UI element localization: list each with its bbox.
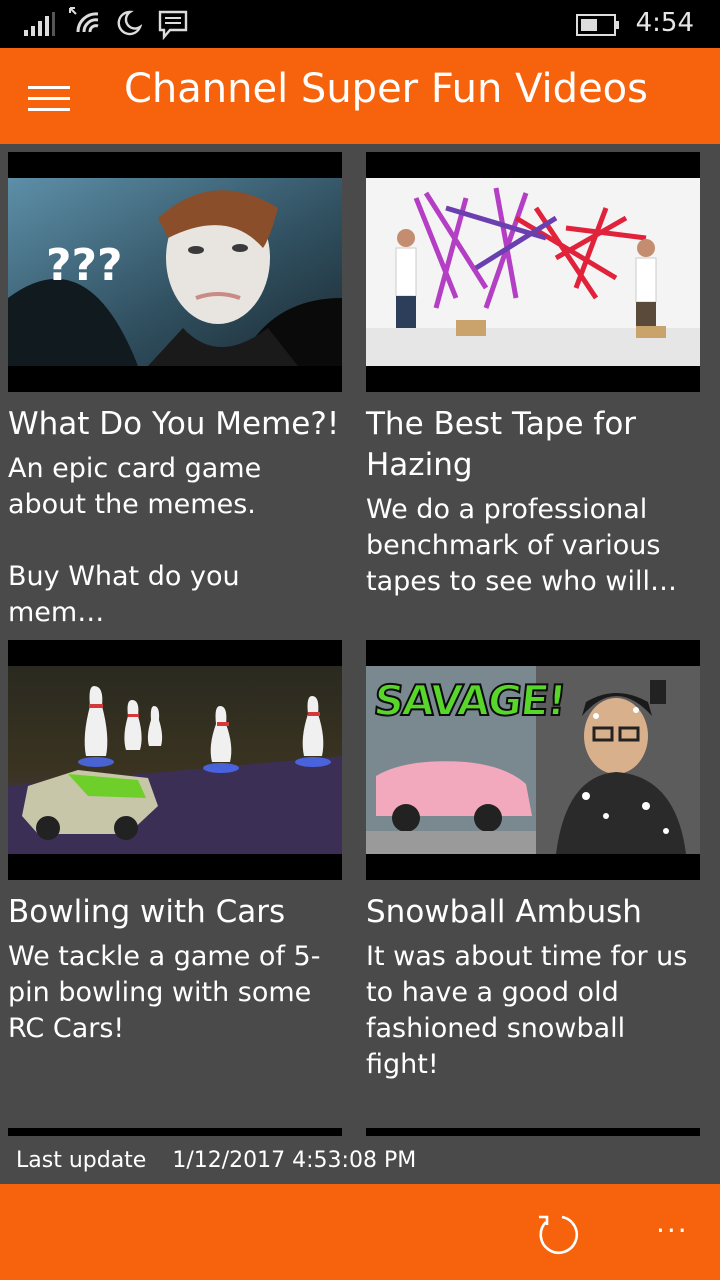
thumbnail-image (8, 666, 342, 854)
video-card-bowling[interactable]: Bowling with Cars We tackle a game of 5-… (8, 640, 342, 1047)
status-time: 4:54 (635, 8, 694, 38)
thumbnail-caption: SAVAGE! (370, 675, 568, 726)
thumbnail-caption: ??? (46, 240, 123, 291)
thumbnail-image (366, 178, 700, 366)
video-card-meme[interactable]: ??? What Do You Meme?! An epic card game… (8, 152, 342, 631)
video-description: It was about time for us to have a good … (366, 941, 688, 1080)
wifi-icon (69, 7, 99, 33)
video-description: An epic card game about the memes. Buy W… (8, 453, 262, 628)
last-update: Last update 1/12/2017 4:53:08 PM (16, 1148, 416, 1173)
video-thumbnail (366, 152, 700, 392)
hamburger-icon[interactable] (28, 86, 70, 111)
video-title: Snowball Ambush (366, 894, 642, 930)
video-thumbnail (8, 640, 342, 880)
video-card-next-left[interactable] (8, 1128, 342, 1136)
video-thumbnail: SAVAGE! (366, 640, 700, 880)
message-icon (158, 10, 188, 40)
video-thumbnail: ??? (8, 152, 342, 392)
more-options-button[interactable]: ··· (656, 1214, 689, 1247)
battery-icon (576, 14, 619, 36)
page-title: Channel Super Fun Videos (124, 66, 648, 112)
video-title: What Do You Meme?! (8, 406, 340, 442)
last-update-label: Last update (16, 1148, 147, 1173)
video-description: We do a professional benchmark of variou… (366, 494, 677, 597)
video-card-tape[interactable]: The Best Tape for Hazing We do a profess… (366, 152, 700, 600)
video-title: The Best Tape for Hazing (366, 406, 637, 483)
app-header: Channel Super Fun Videos (0, 48, 720, 144)
quiet-hours-icon (117, 10, 142, 36)
app-bar: ··· (0, 1184, 720, 1280)
refresh-icon[interactable] (532, 1210, 580, 1258)
video-card-snowball[interactable]: SAVAGE! Snowball Ambush It was about tim… (366, 640, 700, 1083)
video-card-next-right[interactable] (366, 1128, 700, 1136)
status-bar: 4:54 (0, 0, 720, 48)
video-description: We tackle a game of 5-pin bowling with s… (8, 941, 321, 1044)
last-update-value: 1/12/2017 4:53:08 PM (172, 1148, 417, 1173)
video-title: Bowling with Cars (8, 894, 286, 930)
signal-icon (24, 12, 55, 36)
